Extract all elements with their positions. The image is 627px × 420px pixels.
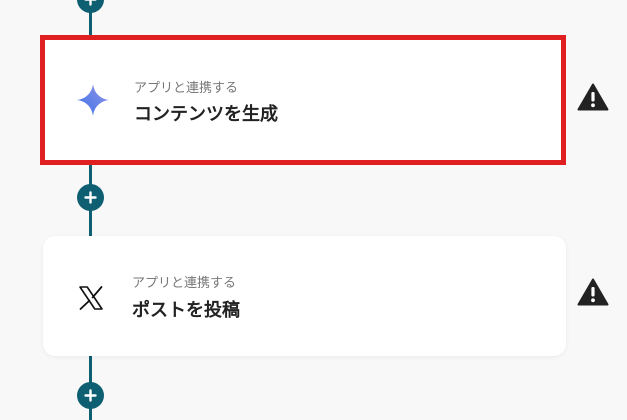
plus-icon [84,191,97,204]
step-card-post-tweet[interactable]: アプリと連携する ポストを投稿 [43,236,566,356]
add-step-button[interactable] [77,0,104,13]
step-subtitle: アプリと連携する [132,276,237,291]
x-logo-icon [73,280,109,316]
gemini-sparkle-icon [75,82,111,118]
step-card-generate-content[interactable]: アプリと連携する コンテンツを生成 [40,35,566,165]
step-subtitle: アプリと連携する [134,81,239,96]
warning-icon[interactable] [577,278,609,306]
add-step-button[interactable] [77,382,104,409]
add-step-button[interactable] [77,184,104,211]
step-title: ポストを投稿 [132,300,240,321]
step-title: コンテンツを生成 [134,104,278,125]
plus-icon [84,389,97,402]
warning-icon[interactable] [577,83,609,111]
plus-icon [84,0,97,6]
